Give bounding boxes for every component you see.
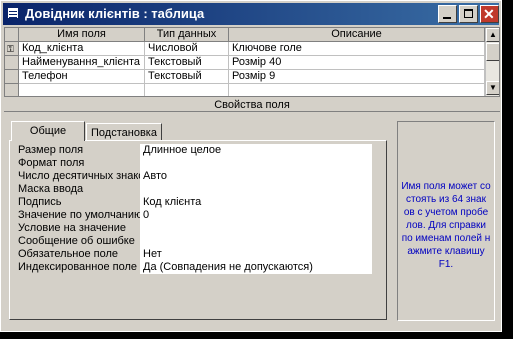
title-bar[interactable]: Довідник клієнтів : таблица ✕ [3, 3, 499, 25]
property-value-field[interactable] [140, 222, 372, 235]
arrow-down-icon: ▼ [489, 83, 497, 92]
column-header-field-name: Имя поля [19, 28, 145, 42]
property-row: Размер поля Длинное целое [14, 144, 380, 157]
property-row: Формат поля [14, 157, 380, 170]
row-selector[interactable]: ⚿ [5, 42, 19, 56]
property-value-field[interactable]: Авто [140, 170, 372, 183]
column-header-description: Описание [229, 28, 485, 42]
scroll-up-button[interactable]: ▲ [486, 28, 499, 42]
field-properties-label: Свойства поля [4, 98, 500, 112]
data-type-cell[interactable]: Текстовый [145, 56, 229, 70]
property-value-field[interactable]: Да (Совпадения не допускаются) [140, 261, 372, 274]
description-cell[interactable]: Розмір 9 [229, 70, 485, 84]
property-row: Значение по умолчанию 0 [14, 209, 380, 222]
column-header-data-type: Тип данных [145, 28, 229, 42]
close-icon: ✕ [483, 6, 495, 22]
scroll-thumb[interactable] [486, 43, 499, 61]
property-row: Обязательное поле Нет [14, 248, 380, 261]
property-label: Маска ввода [18, 183, 84, 195]
row-selector[interactable] [5, 70, 19, 84]
primary-key-icon: ⚿ [7, 44, 14, 54]
minimize-button[interactable] [438, 5, 457, 23]
property-label: Размер поля [18, 144, 84, 156]
property-label: Подпись [18, 196, 62, 208]
property-value-field[interactable]: Нет [140, 248, 372, 261]
minimize-icon [443, 17, 451, 19]
property-row: Число десятичных знаков Авто [14, 170, 380, 183]
property-label: Формат поля [18, 157, 85, 169]
row-selector[interactable] [5, 56, 19, 70]
property-value-field[interactable] [140, 183, 372, 196]
property-value-field[interactable] [140, 157, 372, 170]
description-cell[interactable]: Ключовe голе [229, 42, 485, 56]
property-label: Условие на значение [18, 222, 127, 234]
property-value-field[interactable]: Длинное целое [140, 144, 372, 157]
field-name-cell[interactable]: Телефон [19, 70, 145, 84]
grid-corner [5, 28, 19, 42]
maximize-button[interactable] [459, 5, 478, 23]
tab-general[interactable]: Общие [11, 121, 85, 141]
property-value-field[interactable]: Код клієнта [140, 196, 372, 209]
grid-scrollbar[interactable]: ▲ ▼ [485, 28, 499, 96]
general-properties-panel: Размер поля Длинное целое Формат поля Чис… [9, 140, 387, 320]
table-icon [7, 7, 19, 19]
close-button[interactable]: ✕ [480, 5, 499, 23]
property-row: Маска ввода [14, 183, 380, 196]
data-type-cell[interactable] [145, 84, 229, 96]
window-title: Довідник клієнтів : таблица [25, 6, 205, 21]
table-design-window: Довідник клієнтів : таблица ✕ Имя поля Т… [0, 0, 502, 332]
help-text: Имя поля может со стоять из 64 знак ов с… [401, 181, 491, 270]
property-value-field[interactable] [140, 235, 372, 248]
tab-lookup[interactable]: Подстановка [86, 123, 162, 141]
field-name-cell[interactable] [19, 84, 145, 96]
property-row: Условие на значение [14, 222, 380, 235]
property-row: Сообщение об ошибке [14, 235, 380, 248]
property-label: Число десятичных знаков [18, 170, 151, 182]
data-type-cell[interactable]: Текстовый [145, 70, 229, 84]
property-label: Значение по умолчанию [18, 209, 143, 221]
scroll-down-button[interactable]: ▼ [486, 81, 499, 95]
description-cell[interactable] [229, 84, 485, 96]
field-name-cell[interactable]: Найменування_клієнта [19, 56, 145, 70]
data-type-cell[interactable]: Числовой [145, 42, 229, 56]
description-cell[interactable]: Розмір 40 [229, 56, 485, 70]
arrow-up-icon: ▲ [489, 30, 497, 39]
row-selector[interactable] [5, 84, 19, 96]
maximize-icon [464, 9, 473, 18]
property-label: Обязательное поле [18, 248, 119, 260]
property-row: Подпись Код клієнта [14, 196, 380, 209]
field-grid: Имя поля Тип данных Описание ⚿ Код_клієн… [4, 27, 500, 97]
property-label: Индексированное поле [18, 261, 137, 273]
property-row: Индексированное поле Да (Совпадения не до… [14, 261, 380, 274]
help-panel: Имя поля может со стоять из 64 знак ов с… [397, 121, 495, 321]
property-label: Сообщение об ошибке [18, 235, 135, 247]
property-value-field[interactable]: 0 [140, 209, 372, 222]
field-name-cell[interactable]: Код_клієнта [19, 42, 145, 56]
